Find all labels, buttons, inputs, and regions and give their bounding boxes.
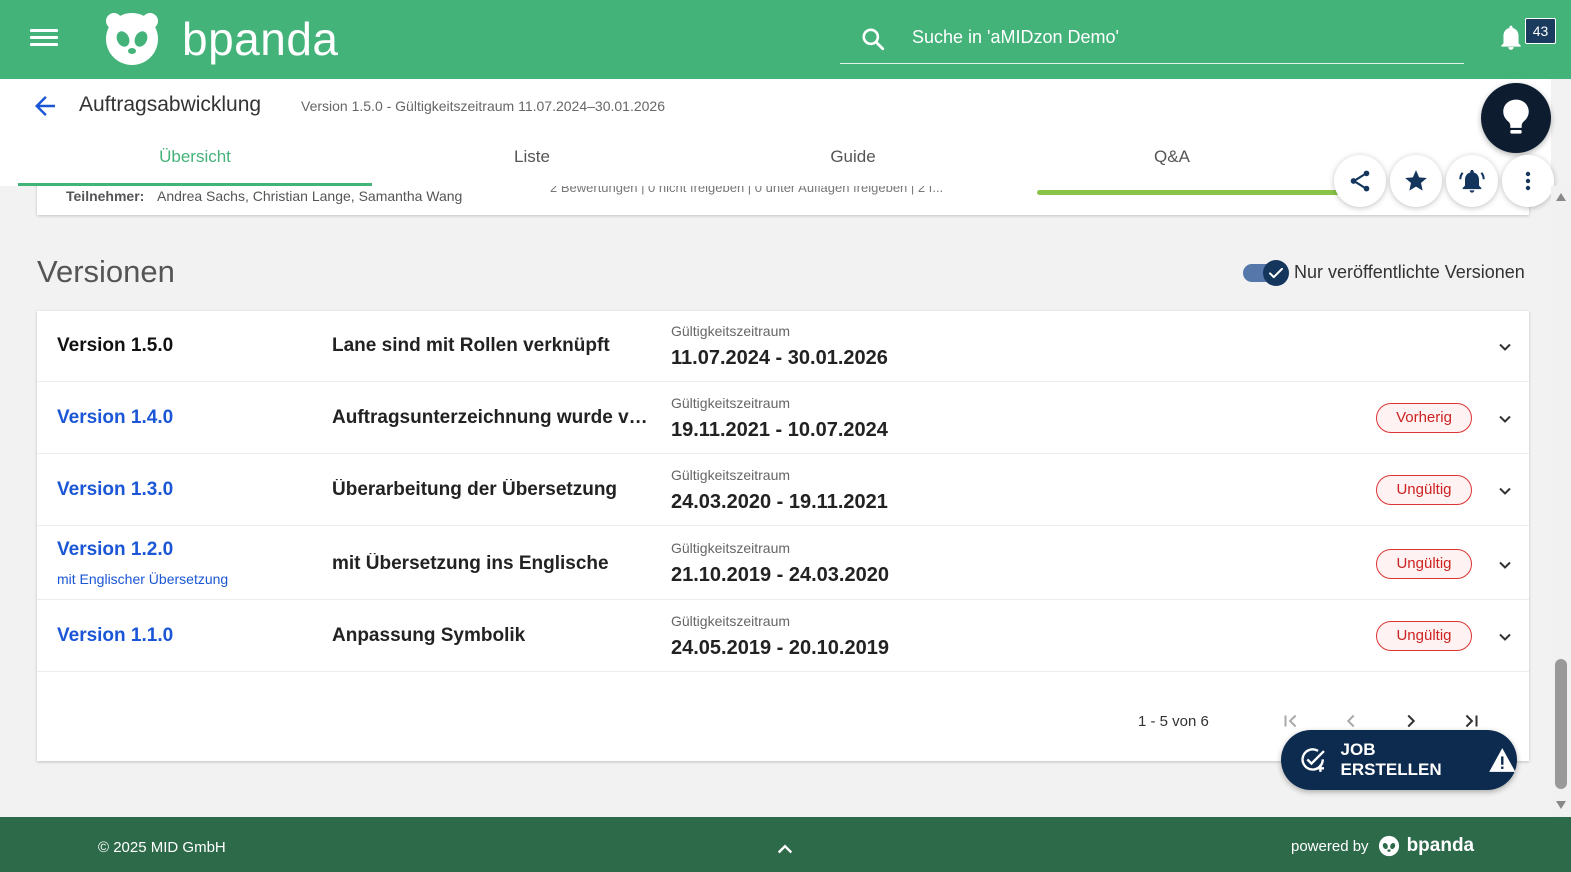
participants-value: Andrea Sachs, Christian Lange, Samantha … (157, 188, 463, 204)
toggle-label: Nur veröffentlichte Versionen (1294, 262, 1525, 282)
lightbulb-icon (1503, 99, 1529, 134)
validity-label: Gültigkeitszeitraum (671, 613, 791, 629)
subscribe-button[interactable] (1446, 155, 1498, 207)
validity-label: Gültigkeitszeitraum (671, 540, 791, 556)
ratings-progress-bar (1037, 190, 1357, 195)
search-bar (840, 14, 1464, 64)
page-actions (1334, 155, 1554, 207)
validity-label: Gültigkeitszeitraum (671, 467, 791, 483)
chevron-down-icon[interactable] (1495, 627, 1515, 647)
last-page-icon (1465, 714, 1478, 728)
published-only-toggle[interactable]: Nur veröffentlichte Versionen (1243, 259, 1525, 286)
validity-range: 21.10.2019 - 24.03.2020 (671, 564, 889, 586)
search-icon[interactable] (860, 26, 886, 52)
add-task-icon (1301, 748, 1325, 772)
validity-range: 11.07.2024 - 30.01.2026 (671, 347, 888, 369)
version-description: Lane sind mit Rollen verknüpft (332, 335, 610, 356)
version-row[interactable]: Version 1.1.0 Anpassung Symbolik Gültigk… (37, 601, 1529, 672)
create-job-label: JOB ERSTELLEN (1340, 740, 1442, 779)
logo-text: bpanda (182, 13, 339, 65)
tab-bar: Übersicht Liste Guide Q&A (18, 137, 1330, 186)
more-button[interactable] (1502, 155, 1554, 207)
panda-logo-icon (106, 13, 158, 65)
app-logo[interactable]: bpanda (104, 10, 339, 68)
powered-by-text: powered by (1291, 837, 1369, 855)
scroll-thumb[interactable] (1555, 659, 1567, 789)
page-title: Auftragsabwicklung (79, 93, 262, 116)
status-badge: Ungültig (1376, 549, 1472, 579)
tab-uebersicht[interactable]: Übersicht (18, 137, 372, 186)
version-row[interactable]: Version 1.4.0 Auftragsunterzeichnung wur… (37, 383, 1529, 454)
toggle-track[interactable] (1243, 259, 1289, 286)
pagination-range: 1 - 5 von 6 (1138, 712, 1209, 730)
back-arrow-icon[interactable] (30, 91, 60, 121)
versions-table: Version 1.5.0 Lane sind mit Rollen verkn… (37, 311, 1529, 761)
chevron-up-icon[interactable] (774, 839, 796, 857)
next-page-icon (1407, 714, 1416, 728)
footer: © 2025 MID GmbH powered by bpanda (0, 817, 1571, 872)
copyright: © 2025 MID GmbH (98, 839, 226, 856)
bell-active-icon (1459, 169, 1485, 193)
validity-range: 19.11.2021 - 10.07.2024 (671, 419, 888, 441)
tab-liste[interactable]: Liste (372, 137, 692, 186)
validity-label: Gültigkeitszeitraum (671, 323, 791, 339)
check-icon (1269, 267, 1283, 278)
versions-title: Versionen (37, 254, 175, 289)
scrollbar[interactable] (1551, 186, 1571, 817)
powered-by-logo-text: bpanda (1406, 835, 1475, 856)
version-description: mit Übersetzung ins Englische (332, 553, 609, 574)
scroll-down-icon[interactable] (1555, 800, 1567, 810)
menu-icon[interactable] (28, 26, 60, 54)
validity-label: Gültigkeitszeitraum (671, 395, 791, 411)
chevron-down-icon[interactable] (1495, 409, 1515, 429)
version-link[interactable]: Version 1.2.0 (57, 539, 173, 561)
first-page-icon (1284, 714, 1297, 728)
version-description: Auftragsunterzeichnung wurde ver... (332, 407, 657, 428)
lightbulb-button[interactable] (1481, 83, 1551, 153)
top-bar: bpanda 43 (0, 0, 1571, 79)
validity-range: 24.03.2020 - 19.11.2021 (671, 491, 888, 513)
status-badge: Ungültig (1376, 475, 1472, 505)
chevron-down-icon[interactable] (1495, 337, 1515, 357)
toggle-knob[interactable] (1263, 259, 1289, 286)
ratings-summary: 2 Bewertungen | 0 nicht freigeben | 0 un… (550, 186, 944, 195)
main-content: Teilnehmer: Andrea Sachs, Christian Lang… (0, 186, 1551, 817)
chevron-down-icon[interactable] (1495, 555, 1515, 575)
version-info: Version 1.5.0 - Gültigkeitszeitraum 11.0… (301, 98, 665, 114)
version-description: Anpassung Symbolik (332, 625, 526, 646)
version-subtitle: mit Englischer Übersetzung (57, 571, 229, 587)
page-header: Auftragsabwicklung Version 1.5.0 - Gülti… (0, 79, 1551, 186)
participants-label: Teilnehmer: (66, 188, 145, 204)
favorite-button[interactable] (1390, 155, 1442, 207)
version-link[interactable]: Version 1.1.0 (57, 625, 173, 647)
validity-range: 24.05.2019 - 20.10.2019 (671, 637, 889, 659)
search-input[interactable] (912, 22, 1452, 52)
bell-icon[interactable] (1498, 24, 1524, 52)
panda-logo-icon (1378, 835, 1399, 857)
version-row[interactable]: Version 1.3.0 Überarbeitung der Übersetz… (37, 455, 1529, 526)
notification-badge: 43 (1525, 18, 1556, 44)
create-job-button[interactable]: JOB ERSTELLEN (1281, 730, 1517, 790)
version-name: Version 1.5.0 (57, 335, 174, 356)
process-summary-card: Teilnehmer: Andrea Sachs, Christian Lang… (37, 186, 1529, 215)
more-vert-icon (1525, 171, 1531, 191)
chevron-down-icon[interactable] (1495, 481, 1515, 501)
warning-icon (1489, 748, 1516, 772)
version-row[interactable]: Version 1.5.0 Lane sind mit Rollen verkn… (37, 311, 1529, 382)
version-link[interactable]: Version 1.4.0 (57, 407, 173, 429)
tab-guide[interactable]: Guide (692, 137, 1014, 186)
tab-qa[interactable]: Q&A (1014, 137, 1330, 186)
share-button[interactable] (1334, 155, 1386, 207)
version-description: Überarbeitung der Übersetzung (332, 479, 618, 500)
powered-by[interactable]: powered by bpanda (1291, 835, 1474, 857)
scroll-up-icon[interactable] (1555, 192, 1567, 202)
share-icon (1350, 170, 1370, 192)
star-icon (1405, 170, 1427, 191)
version-row[interactable]: Version 1.2.0 mit Englischer Übersetzung… (37, 527, 1529, 600)
version-link[interactable]: Version 1.3.0 (57, 479, 173, 501)
status-badge: Ungültig (1376, 621, 1472, 651)
status-badge: Vorherig (1376, 403, 1472, 433)
prev-page-icon (1346, 714, 1355, 728)
